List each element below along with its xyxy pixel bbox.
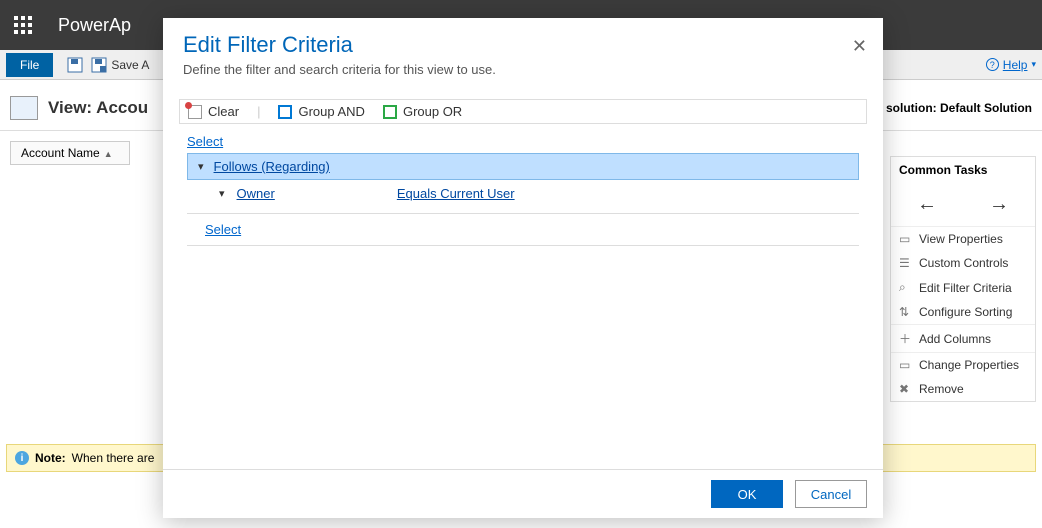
task-configure-sorting[interactable]: ⇅Configure Sorting bbox=[891, 300, 1035, 324]
task-add-columns[interactable]: ＋Add Columns bbox=[891, 325, 1035, 352]
filter-area: Select ▾ Follows (Regarding) ▾ Owner Equ… bbox=[179, 130, 867, 248]
modal-footer: OK Cancel bbox=[163, 469, 883, 518]
modal-body: Clear | Group AND Group OR Select ▾ Foll… bbox=[163, 87, 883, 469]
filter-group-header[interactable]: ▾ Follows (Regarding) bbox=[187, 153, 859, 180]
condition-field[interactable]: Owner bbox=[237, 186, 275, 201]
sort-icon: ⇅ bbox=[899, 305, 913, 319]
chevron-down-icon: ▾ bbox=[1031, 59, 1036, 70]
arrow-right-icon[interactable]: → bbox=[989, 193, 1009, 216]
arrow-left-icon[interactable]: ← bbox=[917, 193, 937, 216]
task-remove[interactable]: ✖Remove bbox=[891, 377, 1035, 401]
condition-operator[interactable]: Equals Current User bbox=[397, 186, 515, 201]
waffle-icon[interactable] bbox=[8, 10, 38, 40]
chevron-down-icon[interactable]: ▾ bbox=[219, 187, 225, 200]
solution-label: n solution: Default Solution bbox=[875, 101, 1032, 115]
group-and-label: Group AND bbox=[298, 104, 364, 119]
controls-icon: ☰ bbox=[899, 256, 913, 270]
group-and-button[interactable]: Group AND bbox=[278, 104, 364, 119]
ok-button[interactable]: OK bbox=[711, 480, 783, 508]
modal-header: Edit Filter Criteria Define the filter a… bbox=[163, 18, 883, 87]
task-custom-controls[interactable]: ☰Custom Controls bbox=[891, 251, 1035, 275]
info-text: When there are bbox=[72, 451, 155, 465]
help-link[interactable]: ? Help ▾ bbox=[986, 58, 1036, 72]
common-tasks-header: Common Tasks bbox=[891, 157, 1035, 183]
edit-filter-modal: ✕ Edit Filter Criteria Define the filter… bbox=[163, 18, 883, 518]
select-top-link[interactable]: Select bbox=[187, 132, 223, 151]
save-as-label: Save A bbox=[111, 58, 149, 72]
info-icon: i bbox=[15, 451, 29, 465]
clear-label: Clear bbox=[208, 104, 239, 119]
modal-title: Edit Filter Criteria bbox=[183, 32, 863, 58]
help-label: Help bbox=[1003, 58, 1028, 72]
task-change-properties[interactable]: ▭Change Properties bbox=[891, 353, 1035, 377]
filter-icon: ⌕ bbox=[899, 280, 913, 295]
help-icon: ? bbox=[986, 58, 999, 71]
sort-asc-icon: ▲ bbox=[104, 149, 113, 159]
view-title: View: Accou bbox=[48, 98, 148, 118]
modal-subtitle: Define the filter and search criteria fo… bbox=[183, 62, 863, 77]
properties-icon: ▭ bbox=[899, 232, 913, 246]
group-or-label: Group OR bbox=[403, 104, 462, 119]
column-account-name[interactable]: Account Name ▲ bbox=[10, 141, 130, 165]
group-or-button[interactable]: Group OR bbox=[383, 104, 462, 119]
select-bottom-link[interactable]: Select bbox=[205, 220, 241, 239]
save-as-icon[interactable] bbox=[91, 57, 107, 73]
info-label: Note: bbox=[35, 451, 66, 465]
task-view-properties[interactable]: ▭View Properties bbox=[891, 227, 1035, 251]
clear-button[interactable]: Clear bbox=[188, 104, 239, 119]
group-and-icon bbox=[278, 105, 292, 119]
group-or-icon bbox=[383, 105, 397, 119]
condition-row: ▾ Owner Equals Current User bbox=[187, 180, 859, 207]
cancel-button[interactable]: Cancel bbox=[795, 480, 867, 508]
column-label: Account Name bbox=[21, 146, 100, 160]
save-icon[interactable] bbox=[67, 57, 83, 73]
chevron-down-icon: ▾ bbox=[198, 160, 204, 173]
app-title: PowerAp bbox=[58, 15, 131, 36]
file-button[interactable]: File bbox=[6, 53, 53, 77]
view-icon bbox=[10, 96, 38, 120]
change-icon: ▭ bbox=[899, 358, 913, 372]
select-bottom-row: Select bbox=[187, 213, 859, 246]
common-tasks-panel: Common Tasks ← → ▭View Properties ☰Custo… bbox=[890, 156, 1036, 402]
group-label[interactable]: Follows (Regarding) bbox=[214, 159, 330, 174]
add-icon: ＋ bbox=[899, 330, 913, 347]
filter-toolbar: Clear | Group AND Group OR bbox=[179, 99, 867, 124]
close-button[interactable]: ✕ bbox=[852, 36, 867, 57]
remove-icon: ✖ bbox=[899, 382, 913, 396]
task-edit-filter[interactable]: ⌕Edit Filter Criteria bbox=[891, 275, 1035, 300]
clear-icon bbox=[188, 105, 202, 119]
